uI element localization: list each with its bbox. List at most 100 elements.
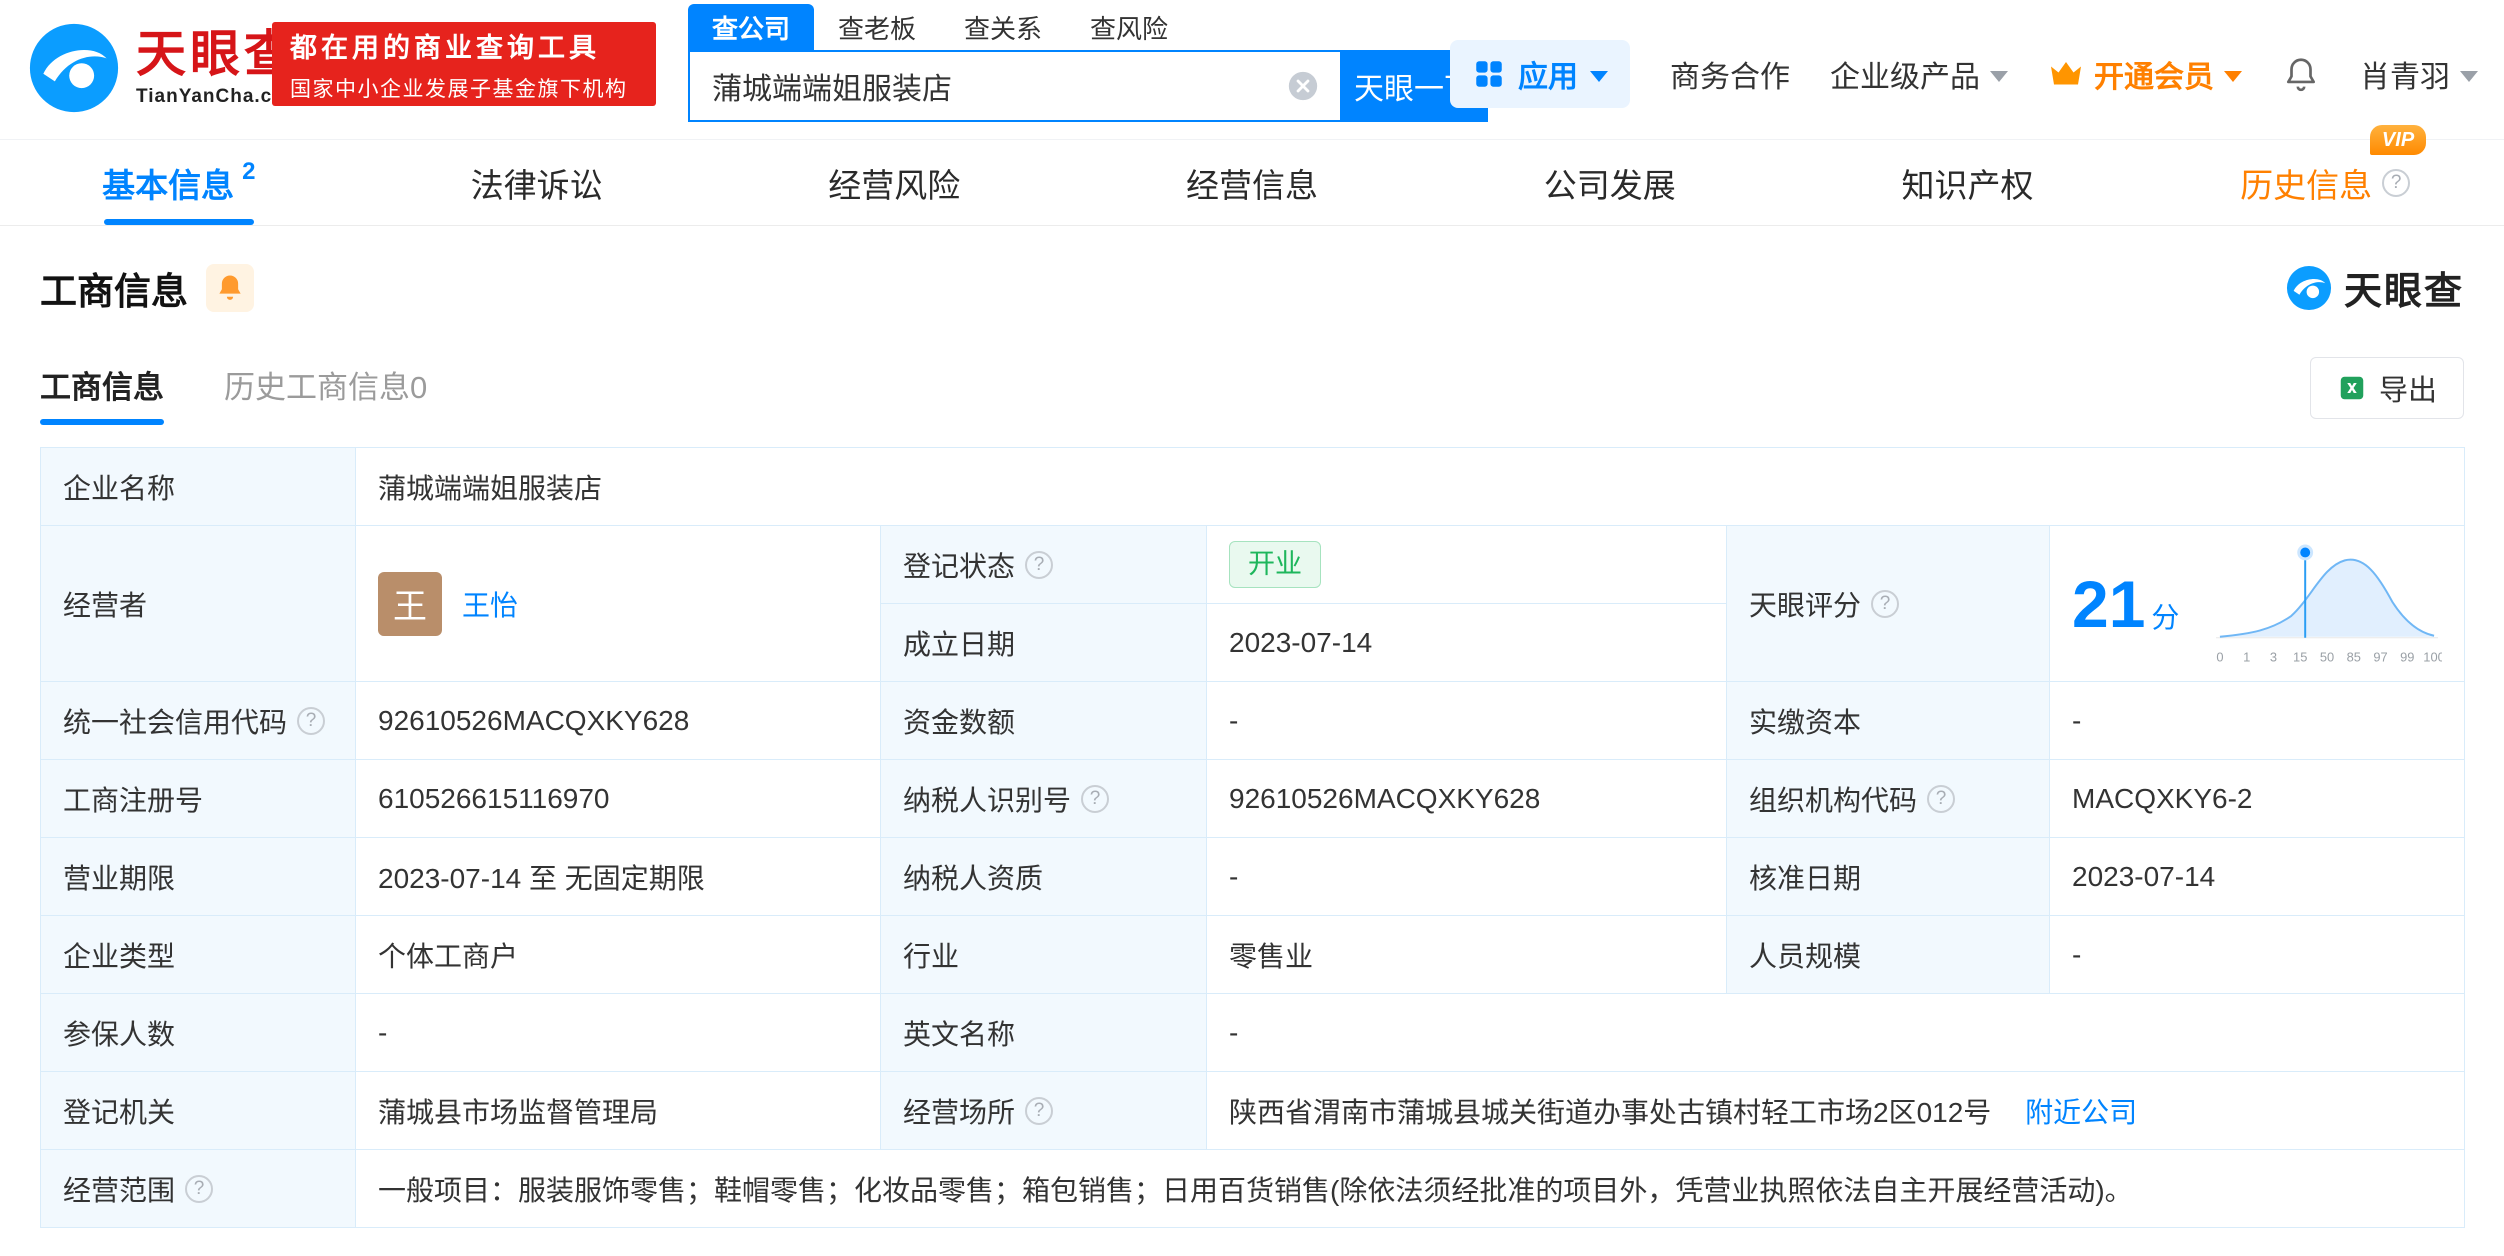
business-site-address: 陕西省渭南市蒲城县城关街道办事处古镇村轻工市场2区012号	[1229, 1096, 1992, 1128]
field-label-org-code: 组织机构代码	[1726, 759, 2050, 838]
field-value-org-code: MACQXKY6-2	[2048, 759, 2466, 838]
field-label-credit-code: 统一社会信用代码	[40, 681, 356, 760]
tab-history-info[interactable]: 历史信息 VIP	[2146, 124, 2504, 225]
tianyancha-watermark-icon	[2286, 265, 2332, 310]
section-title: 工商信息	[40, 270, 188, 312]
subtab-business-info[interactable]: 工商信息	[40, 362, 164, 425]
help-icon[interactable]	[1081, 784, 1110, 813]
label-text: 经营场所	[903, 1096, 1016, 1128]
chevron-down-icon	[2460, 71, 2478, 82]
help-icon[interactable]	[185, 1174, 214, 1203]
chevron-down-icon	[1990, 71, 2008, 82]
tab-company-development[interactable]: 公司发展	[1431, 140, 1789, 225]
field-value-taxpayer-id: 92610526MACQXKY628	[1206, 759, 1727, 838]
main-content: 工商信息 天眼查 工商信息 历史工商信息0 导出 企业名称 蒲城端端姐服装店 经…	[0, 260, 2504, 1228]
subtab-history-business-info[interactable]: 历史工商信息0	[224, 362, 427, 425]
user-menu[interactable]: 肖青羽	[2360, 52, 2478, 96]
field-value-reg-number: 610526615116970	[355, 759, 881, 838]
help-icon[interactable]	[1025, 1096, 1054, 1125]
promo-banner: 都在用的商业查询工具 国家中小企业发展子基金旗下机构	[272, 22, 656, 106]
help-icon[interactable]	[297, 706, 326, 735]
field-label-approval-date: 核准日期	[1726, 837, 2050, 916]
tab-operating-risk[interactable]: 经营风险	[715, 140, 1073, 225]
field-value-company-type: 个体工商户	[355, 915, 881, 994]
vip-membership-button[interactable]: 开通会员	[2048, 52, 2242, 96]
help-icon[interactable]	[2382, 168, 2411, 197]
table-row: 经营者 王 王怡 登记状态 开业	[40, 525, 2466, 682]
tianyancha-logo[interactable]: 天眼查 TianYanCha.com	[28, 22, 303, 114]
search-tab-boss[interactable]: 查老板	[814, 4, 940, 50]
search-area: 查公司 查老板 查关系 查风险 天眼一下	[688, 4, 1488, 122]
tianyancha-company-page: 天眼查 TianYanCha.com 都在用的商业查询工具 国家中小企业发展子基…	[0, 0, 2504, 1256]
tab-basic-info[interactable]: 基本信息 2	[0, 140, 358, 225]
vip-badge: VIP	[2369, 124, 2427, 155]
search-tab-relation[interactable]: 查关系	[940, 4, 1066, 50]
field-value-business-scope: 一般项目：服装服饰零售；鞋帽零售；化妆品零售；箱包销售；日用百货销售(除依法须经…	[354, 1149, 2466, 1228]
top-header: 天眼查 TianYanCha.com 都在用的商业查询工具 国家中小企业发展子基…	[0, 0, 2504, 140]
field-label-capital-amount: 资金数额	[880, 681, 1207, 760]
field-value-credit-code: 92610526MACQXKY628	[355, 681, 881, 760]
top-navigation: 应用 商务合作 企业级产品 开通会员 肖青羽	[1450, 38, 2478, 110]
score-number: 21	[2072, 566, 2146, 641]
apps-button[interactable]: 应用	[1450, 40, 1630, 108]
tab-label: 法律诉讼	[470, 166, 603, 204]
notification-bell-icon[interactable]	[2282, 54, 2320, 94]
cooperation-label: 商务合作	[1670, 61, 1790, 94]
label-text: 组织机构代码	[1749, 784, 1918, 816]
help-icon[interactable]	[1025, 550, 1054, 579]
search-tab-company[interactable]: 查公司	[688, 4, 815, 50]
excel-icon	[2340, 376, 2364, 400]
company-section-tabs: 基本信息 2 法律诉讼 经营风险 经营信息 公司发展 知识产权 历史信息 VIP	[0, 124, 2504, 226]
field-value-operator: 王 王怡	[355, 525, 881, 682]
tab-label: 公司发展	[1543, 166, 1676, 204]
field-value-approval-date: 2023-07-14	[2048, 837, 2466, 916]
search-row: 天眼一下	[688, 50, 1488, 122]
svg-text:1: 1	[2243, 649, 2250, 664]
chevron-down-icon	[1590, 71, 1608, 82]
svg-text:50: 50	[2320, 649, 2334, 664]
label-text: 统一社会信用代码	[63, 706, 288, 738]
enterprise-label: 企业级产品	[1830, 61, 1980, 94]
search-clear-icon[interactable]	[1286, 69, 1320, 103]
field-label-reg-number: 工商注册号	[40, 759, 356, 838]
field-label-industry: 行业	[880, 915, 1207, 994]
field-value-capital-amount: -	[1206, 681, 1727, 760]
apps-label: 应用	[1518, 61, 1578, 94]
search-tabs: 查公司 查老板 查关系 查风险	[688, 4, 1488, 50]
field-label-reg-authority: 登记机关	[40, 1071, 356, 1150]
search-input[interactable]	[688, 50, 1340, 122]
nav-link-cooperation[interactable]: 商务合作	[1670, 52, 1790, 96]
chevron-down-icon	[2224, 71, 2242, 82]
tab-label: 经营信息	[1186, 166, 1319, 204]
table-row: 登记机关 蒲城县市场监督管理局 经营场所 陕西省渭南市蒲城县城关街道办事处古镇村…	[40, 1071, 2466, 1150]
table-row: 参保人数 - 英文名称 -	[40, 993, 2466, 1072]
svg-text:85: 85	[2347, 649, 2361, 664]
tab-legal[interactable]: 法律诉讼	[358, 140, 716, 225]
table-row: 企业名称 蒲城端端姐服装店	[40, 447, 2466, 526]
nearby-companies-link[interactable]: 附近公司	[2025, 1097, 2137, 1128]
help-icon[interactable]	[1871, 589, 1900, 618]
nav-link-enterprise[interactable]: 企业级产品	[1830, 52, 2008, 96]
score-axis-labels: 0 1 3 15 50 85 97 99 100	[2216, 649, 2442, 664]
field-value-taxpayer-quality: -	[1206, 837, 1727, 916]
watermark-text: 天眼查	[2343, 271, 2464, 313]
business-info-table: 企业名称 蒲城端端姐服装店 经营者 王 王怡 登记状态 ? 开业 天眼评分 ? …	[40, 447, 2466, 1228]
tab-label: 经营风险	[828, 166, 961, 204]
vip-label: 开通会员	[2094, 61, 2214, 94]
help-icon[interactable]	[1927, 784, 1956, 813]
search-tab-risk[interactable]: 查风险	[1066, 4, 1192, 50]
tab-intellectual-property[interactable]: 知识产权	[1789, 140, 2147, 225]
field-value-staff-size: -	[2048, 915, 2466, 994]
tab-operating-info[interactable]: 经营信息	[1073, 140, 1431, 225]
label-text: 纳税人识别号	[903, 784, 1072, 816]
operator-avatar[interactable]: 王	[378, 571, 442, 636]
field-value-reg-status: 开业	[1206, 525, 1727, 604]
label-text: 登记状态	[903, 550, 1016, 582]
operator-name-link[interactable]: 王怡	[462, 584, 518, 624]
svg-text:100: 100	[2423, 649, 2442, 664]
field-label-company-type: 企业类型	[40, 915, 356, 994]
field-label-business-term: 营业期限	[40, 837, 356, 916]
field-label-taxpayer-quality: 纳税人资质	[880, 837, 1207, 916]
export-button[interactable]: 导出	[2309, 357, 2464, 419]
subscribe-bell-icon[interactable]	[206, 263, 254, 312]
